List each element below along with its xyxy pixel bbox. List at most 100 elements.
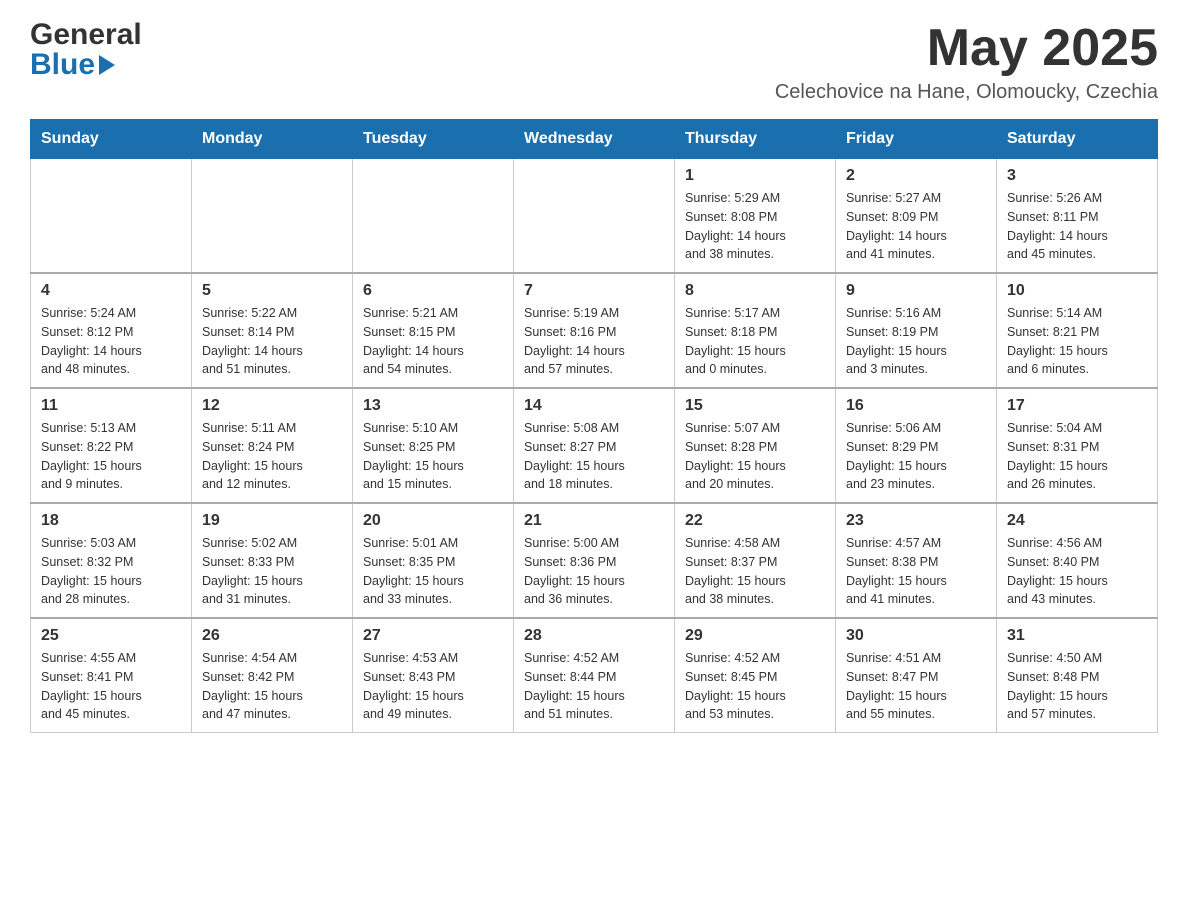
- day-number: 9: [846, 282, 986, 300]
- calendar-week-row: 4Sunrise: 5:24 AM Sunset: 8:12 PM Daylig…: [31, 273, 1158, 388]
- calendar-cell: 23 Sunrise: 4:57 AM Sunset: 8:38 PM Dayli…: [836, 503, 997, 618]
- day-number: 27: [363, 627, 503, 645]
- day-number: 5: [202, 282, 342, 300]
- calendar-cell: 15 Sunrise: 5:07 AM Sunset: 8:28 PM Dayli…: [675, 388, 836, 503]
- calendar-cell: [514, 159, 675, 274]
- day-number: 29: [685, 627, 825, 645]
- day-number: 4: [41, 282, 181, 300]
- location-text: Celechovice na Hane, Olomoucky, Czechia: [775, 81, 1158, 104]
- day-info: Sunrise: 4:52 AM Sunset: 8:44 PM Dayligh…: [524, 649, 664, 724]
- day-info: Sunrise: 5:26 AM Sunset: 8:11 PM Dayligh…: [1007, 189, 1147, 264]
- page-header: General Blue May 2025 Celechovice na Han…: [30, 20, 1158, 104]
- calendar-cell: 8 Sunrise: 5:17 AM Sunset: 8:18 PM Daylig…: [675, 273, 836, 388]
- calendar-cell: 26 Sunrise: 4:54 AM Sunset: 8:42 PM Dayli…: [192, 618, 353, 733]
- calendar-cell: 7 Sunrise: 5:19 AM Sunset: 8:16 PM Daylig…: [514, 273, 675, 388]
- day-info: Sunrise: 4:51 AM Sunset: 8:47 PM Dayligh…: [846, 649, 986, 724]
- day-number: 13: [363, 397, 503, 415]
- weekday-header-friday: Friday: [836, 120, 997, 159]
- day-number: 23: [846, 512, 986, 530]
- calendar-week-row: 1 Sunrise: 5:29 AM Sunset: 8:08 PM Daylig…: [31, 159, 1158, 274]
- calendar-cell: 10Sunrise: 5:14 AM Sunset: 8:21 PM Dayli…: [997, 273, 1158, 388]
- calendar-cell: 24Sunrise: 4:56 AM Sunset: 8:40 PM Dayli…: [997, 503, 1158, 618]
- day-info: Sunrise: 5:29 AM Sunset: 8:08 PM Dayligh…: [685, 189, 825, 264]
- calendar-cell: 9 Sunrise: 5:16 AM Sunset: 8:19 PM Daylig…: [836, 273, 997, 388]
- calendar-cell: 31 Sunrise: 4:50 AM Sunset: 8:48 PM Dayli…: [997, 618, 1158, 733]
- day-info: Sunrise: 5:21 AM Sunset: 8:15 PM Dayligh…: [363, 304, 503, 379]
- day-number: 11: [41, 397, 181, 415]
- month-title: May 2025: [775, 20, 1158, 77]
- day-number: 15: [685, 397, 825, 415]
- day-info: Sunrise: 4:52 AM Sunset: 8:45 PM Dayligh…: [685, 649, 825, 724]
- day-info: Sunrise: 5:02 AM Sunset: 8:33 PM Dayligh…: [202, 534, 342, 609]
- day-info: Sunrise: 5:07 AM Sunset: 8:28 PM Dayligh…: [685, 419, 825, 494]
- calendar-cell: 29 Sunrise: 4:52 AM Sunset: 8:45 PM Dayli…: [675, 618, 836, 733]
- day-number: 25: [41, 627, 181, 645]
- weekday-header-thursday: Thursday: [675, 120, 836, 159]
- calendar-cell: 19 Sunrise: 5:02 AM Sunset: 8:33 PM Dayli…: [192, 503, 353, 618]
- calendar-cell: 12 Sunrise: 5:11 AM Sunset: 8:24 PM Dayli…: [192, 388, 353, 503]
- calendar-table: SundayMondayTuesdayWednesdayThursdayFrid…: [30, 119, 1158, 733]
- day-number: 20: [363, 512, 503, 530]
- day-number: 1: [685, 167, 825, 185]
- day-info: Sunrise: 5:13 AM Sunset: 8:22 PM Dayligh…: [41, 419, 181, 494]
- logo-triangle-icon: [99, 55, 115, 75]
- day-number: 12: [202, 397, 342, 415]
- day-info: Sunrise: 5:27 AM Sunset: 8:09 PM Dayligh…: [846, 189, 986, 264]
- weekday-header-saturday: Saturday: [997, 120, 1158, 159]
- weekday-header-tuesday: Tuesday: [353, 120, 514, 159]
- calendar-cell: 22Sunrise: 4:58 AM Sunset: 8:37 PM Dayli…: [675, 503, 836, 618]
- day-number: 10: [1007, 282, 1147, 300]
- calendar-week-row: 25 Sunrise: 4:55 AM Sunset: 8:41 PM Dayli…: [31, 618, 1158, 733]
- weekday-header-monday: Monday: [192, 120, 353, 159]
- day-info: Sunrise: 4:56 AM Sunset: 8:40 PM Dayligh…: [1007, 534, 1147, 609]
- day-info: Sunrise: 5:01 AM Sunset: 8:35 PM Dayligh…: [363, 534, 503, 609]
- day-info: Sunrise: 4:53 AM Sunset: 8:43 PM Dayligh…: [363, 649, 503, 724]
- calendar-cell: [31, 159, 192, 274]
- day-info: Sunrise: 5:16 AM Sunset: 8:19 PM Dayligh…: [846, 304, 986, 379]
- day-info: Sunrise: 4:50 AM Sunset: 8:48 PM Dayligh…: [1007, 649, 1147, 724]
- calendar-cell: 25 Sunrise: 4:55 AM Sunset: 8:41 PM Dayli…: [31, 618, 192, 733]
- logo: General Blue: [30, 20, 142, 80]
- day-number: 3: [1007, 167, 1147, 185]
- day-number: 17: [1007, 397, 1147, 415]
- day-info: Sunrise: 5:04 AM Sunset: 8:31 PM Dayligh…: [1007, 419, 1147, 494]
- day-info: Sunrise: 4:54 AM Sunset: 8:42 PM Dayligh…: [202, 649, 342, 724]
- calendar-cell: [353, 159, 514, 274]
- calendar-cell: 30Sunrise: 4:51 AM Sunset: 8:47 PM Dayli…: [836, 618, 997, 733]
- calendar-cell: 13 Sunrise: 5:10 AM Sunset: 8:25 PM Dayli…: [353, 388, 514, 503]
- day-number: 26: [202, 627, 342, 645]
- logo-general-text: General: [30, 20, 142, 50]
- calendar-cell: 4Sunrise: 5:24 AM Sunset: 8:12 PM Daylig…: [31, 273, 192, 388]
- calendar-week-row: 18Sunrise: 5:03 AM Sunset: 8:32 PM Dayli…: [31, 503, 1158, 618]
- calendar-cell: 21Sunrise: 5:00 AM Sunset: 8:36 PM Dayli…: [514, 503, 675, 618]
- day-info: Sunrise: 4:57 AM Sunset: 8:38 PM Dayligh…: [846, 534, 986, 609]
- day-info: Sunrise: 5:11 AM Sunset: 8:24 PM Dayligh…: [202, 419, 342, 494]
- day-info: Sunrise: 5:00 AM Sunset: 8:36 PM Dayligh…: [524, 534, 664, 609]
- day-number: 18: [41, 512, 181, 530]
- day-number: 31: [1007, 627, 1147, 645]
- calendar-cell: [192, 159, 353, 274]
- day-info: Sunrise: 5:08 AM Sunset: 8:27 PM Dayligh…: [524, 419, 664, 494]
- calendar-cell: 17 Sunrise: 5:04 AM Sunset: 8:31 PM Dayli…: [997, 388, 1158, 503]
- day-info: Sunrise: 5:17 AM Sunset: 8:18 PM Dayligh…: [685, 304, 825, 379]
- day-info: Sunrise: 5:06 AM Sunset: 8:29 PM Dayligh…: [846, 419, 986, 494]
- day-info: Sunrise: 5:19 AM Sunset: 8:16 PM Dayligh…: [524, 304, 664, 379]
- day-info: Sunrise: 4:55 AM Sunset: 8:41 PM Dayligh…: [41, 649, 181, 724]
- day-number: 19: [202, 512, 342, 530]
- calendar-cell: 28 Sunrise: 4:52 AM Sunset: 8:44 PM Dayli…: [514, 618, 675, 733]
- day-number: 6: [363, 282, 503, 300]
- calendar-cell: 20 Sunrise: 5:01 AM Sunset: 8:35 PM Dayli…: [353, 503, 514, 618]
- day-number: 8: [685, 282, 825, 300]
- day-number: 22: [685, 512, 825, 530]
- calendar-cell: 27 Sunrise: 4:53 AM Sunset: 8:43 PM Dayli…: [353, 618, 514, 733]
- calendar-cell: 3 Sunrise: 5:26 AM Sunset: 8:11 PM Daylig…: [997, 159, 1158, 274]
- day-info: Sunrise: 5:22 AM Sunset: 8:14 PM Dayligh…: [202, 304, 342, 379]
- weekday-header-wednesday: Wednesday: [514, 120, 675, 159]
- day-number: 7: [524, 282, 664, 300]
- calendar-cell: 18Sunrise: 5:03 AM Sunset: 8:32 PM Dayli…: [31, 503, 192, 618]
- logo-blue-text: Blue: [30, 50, 95, 80]
- calendar-cell: 1 Sunrise: 5:29 AM Sunset: 8:08 PM Daylig…: [675, 159, 836, 274]
- day-number: 28: [524, 627, 664, 645]
- calendar-cell: 5 Sunrise: 5:22 AM Sunset: 8:14 PM Daylig…: [192, 273, 353, 388]
- day-info: Sunrise: 5:10 AM Sunset: 8:25 PM Dayligh…: [363, 419, 503, 494]
